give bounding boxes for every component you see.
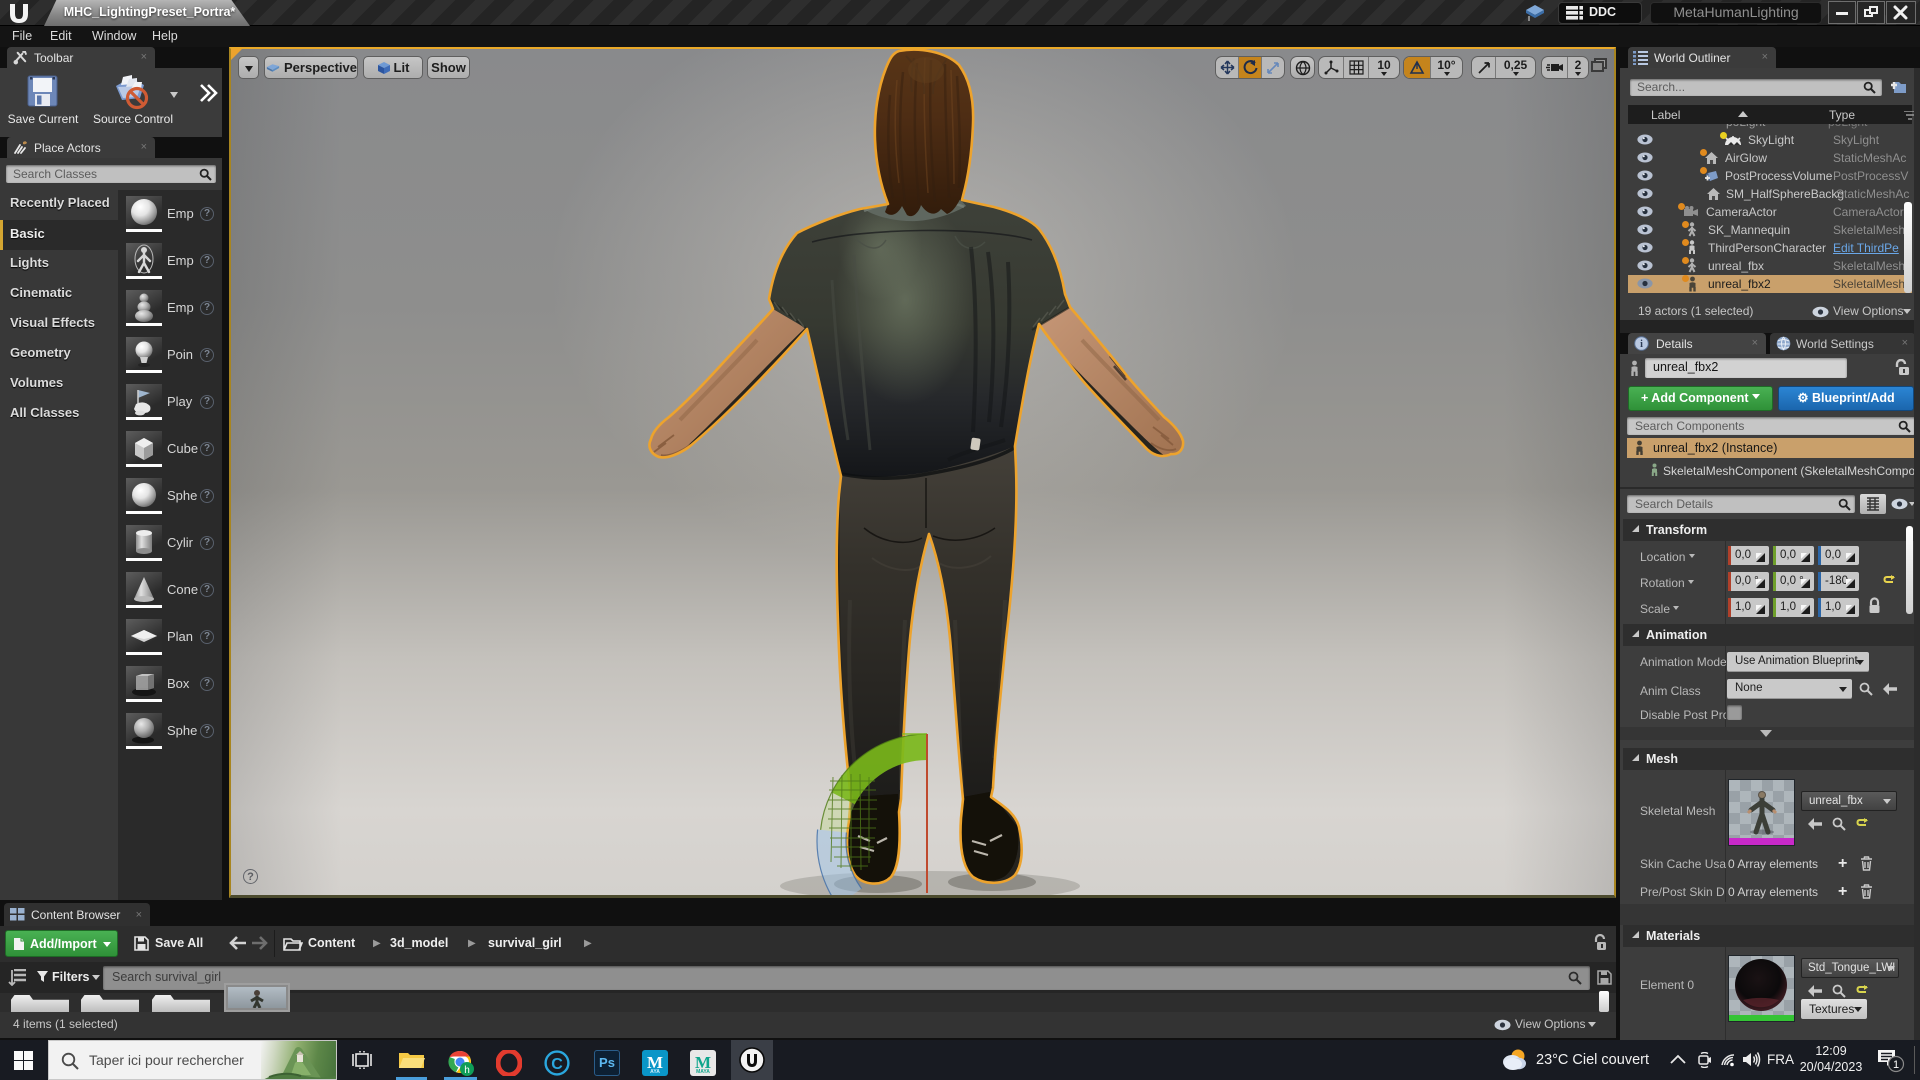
svg-text:C: C [551,1056,563,1073]
svg-text:1: 1 [1893,1059,1899,1071]
svg-text:i: i [1640,339,1643,350]
svg-text:h: h [464,1065,470,1076]
